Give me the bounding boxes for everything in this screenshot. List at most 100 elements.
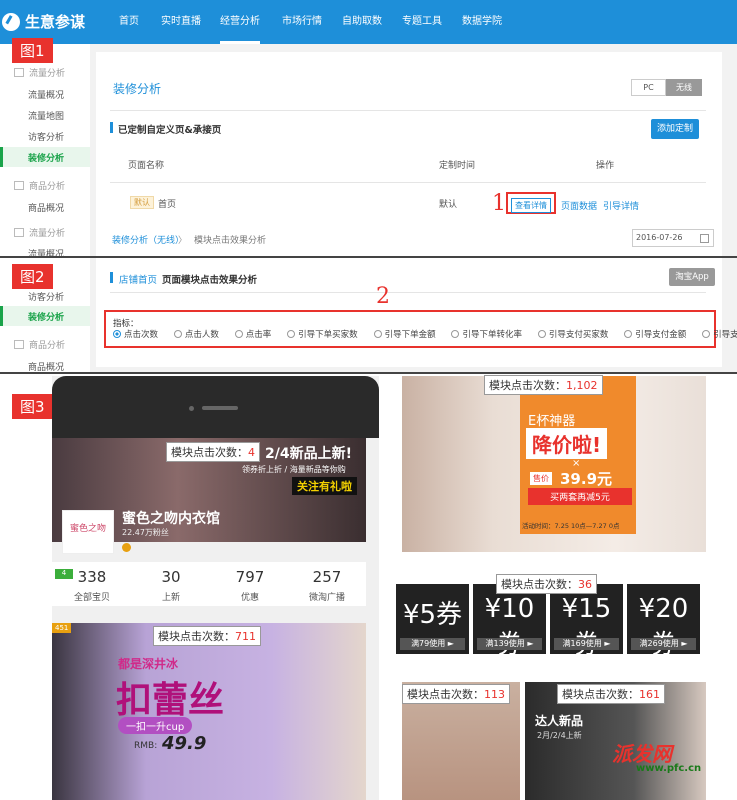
metric-label: 引导下单转化率 bbox=[462, 330, 522, 340]
metric-clicks[interactable]: 点击次数 bbox=[113, 328, 158, 340]
nav-self-data[interactable]: 自助取数 bbox=[342, 0, 382, 44]
section2-prefix[interactable]: 店铺首页 bbox=[119, 272, 157, 286]
figure-tag-3: 图3 bbox=[12, 394, 53, 419]
badge-label: 模块点击次数： bbox=[158, 630, 235, 643]
badge-label: 模块点击次数： bbox=[562, 688, 639, 701]
shop-name: 蜜色之吻内衣馆 bbox=[122, 511, 220, 527]
promo-line1: 都是深井冰 bbox=[118, 657, 179, 671]
wireless-toggle[interactable]: 无线 bbox=[666, 79, 702, 96]
banner-headline: 2/4新品上新! bbox=[265, 446, 352, 462]
nav-business-analysis[interactable]: 经营分析 bbox=[220, 0, 260, 44]
calendar-icon bbox=[700, 234, 709, 243]
chart-icon bbox=[14, 228, 24, 237]
badge-value: 4 bbox=[248, 446, 255, 459]
badge-label: 模块点击次数： bbox=[501, 578, 578, 591]
compass-icon bbox=[2, 12, 20, 31]
metric-label: 点击人数 bbox=[184, 330, 219, 340]
click-badge: 模块点击次数：36 bbox=[496, 574, 597, 594]
divider bbox=[110, 182, 706, 183]
metric-order-buyers[interactable]: 引导下单买家数 bbox=[287, 328, 358, 340]
box-icon bbox=[14, 340, 24, 349]
taobao-app-button[interactable]: 淘宝App bbox=[669, 268, 715, 286]
view-details-button[interactable]: 查看详情 bbox=[511, 198, 551, 213]
coupon-value: ¥20券 bbox=[638, 594, 689, 660]
nav-academy[interactable]: 数据学院 bbox=[462, 0, 502, 44]
sidebar-item-visitor-2[interactable]: 访客分析 bbox=[28, 290, 64, 303]
sidebar-item-decoration-2[interactable]: 装修分析 bbox=[0, 306, 90, 326]
stat-all-label: 全部宝贝 bbox=[73, 593, 110, 603]
sidebar-item-label: 装修分析 bbox=[28, 154, 65, 164]
coupon-20[interactable]: ¥20券满269使用 ► bbox=[627, 584, 700, 660]
coupon-10[interactable]: ¥10券满139使用 ► bbox=[473, 584, 546, 660]
figure-tag-2: 图2 bbox=[12, 264, 53, 289]
phone-frame-top bbox=[52, 376, 379, 438]
nav-market[interactable]: 市场行情 bbox=[282, 0, 322, 44]
shop-logo[interactable]: 蜜色之吻 bbox=[62, 510, 114, 554]
sidebar-item-traffic-map[interactable]: 流量地图 bbox=[28, 109, 64, 122]
radio-icon bbox=[537, 330, 546, 338]
ad-price: 39.9元 bbox=[560, 470, 613, 488]
metric-pay-amount[interactable]: 引导支付金额 bbox=[624, 328, 686, 340]
metric-visitors[interactable]: 点击人数 bbox=[173, 328, 219, 340]
metric-radio-group: 点击次数 点击人数 点击率 引导下单买家数 引导下单金额 引导下单转化率 引导支… bbox=[113, 328, 737, 341]
ecup-ad[interactable]: E杯神器 降价啦! × 售价 39.9元 买两套再减5元 活动时间：7.25 1… bbox=[402, 376, 706, 552]
annotation-number-1: 1 bbox=[492, 191, 506, 216]
sidebar: 流量分析 流量概况 流量地图 访客分析 装修分析 商品分析 商品概况 流量分析 … bbox=[0, 44, 90, 374]
click-badge: 模块点击次数：113 bbox=[402, 684, 510, 704]
stat-new-count[interactable]: 30 bbox=[136, 568, 206, 586]
sidebar-group-traffic-2[interactable]: 流量分析 bbox=[14, 226, 65, 239]
radio-icon bbox=[173, 330, 182, 338]
sidebar-group-product-2[interactable]: 商品分析 bbox=[14, 338, 65, 351]
radio-selected-icon bbox=[113, 330, 121, 338]
figure-divider bbox=[0, 256, 737, 258]
metric-order-rate[interactable]: 引导下单转化率 bbox=[451, 328, 522, 340]
pc-toggle[interactable]: PC bbox=[631, 79, 666, 96]
date-picker[interactable]: 2016-07-26 bbox=[632, 229, 714, 247]
coupon-value: ¥10券 bbox=[484, 594, 535, 660]
click-badge: 模块点击次数：4 bbox=[166, 442, 260, 462]
stat-all-count[interactable]: 338 bbox=[57, 568, 127, 586]
new-date: 2月/2/4上新 bbox=[537, 731, 582, 740]
metric-pay-rate[interactable]: 引导支付转化率 bbox=[702, 328, 737, 340]
banner-follow: 关注有礼啦 bbox=[292, 477, 357, 495]
brand-logo[interactable]: 生意参谋 bbox=[2, 11, 85, 32]
promo-tag: 451 bbox=[52, 623, 72, 633]
stat-offer-count[interactable]: 797 bbox=[215, 568, 285, 586]
stat-broadcast-count[interactable]: 257 bbox=[292, 568, 362, 586]
add-custom-button[interactable]: 添加定制 bbox=[651, 119, 699, 139]
coupon-15[interactable]: ¥15券满169使用 ► bbox=[550, 584, 623, 660]
col-page-name: 页面名称 bbox=[128, 161, 165, 171]
chart-icon bbox=[14, 68, 24, 77]
nav-live[interactable]: 实时直播 bbox=[161, 0, 201, 44]
click-badge: 模块点击次数：1,102 bbox=[484, 375, 603, 395]
breadcrumb-separator: 〉 bbox=[178, 236, 188, 246]
metric-pay-buyers[interactable]: 引导支付买家数 bbox=[537, 328, 608, 340]
sidebar-item-traffic-overview-2[interactable]: 流量概况 bbox=[28, 247, 64, 260]
promo-card[interactable]: 451 都是深井冰 扣蕾丝 一扣一升cup RMB: 49.9 bbox=[52, 623, 366, 800]
metric-ctr[interactable]: 点击率 bbox=[234, 328, 271, 340]
sidebar-group-label: 商品分析 bbox=[29, 182, 66, 192]
speaker-icon bbox=[202, 406, 238, 410]
box-icon bbox=[14, 181, 24, 190]
coupon-5[interactable]: ¥5券 满79使用 ► bbox=[396, 584, 469, 654]
coupon-value: ¥5券 bbox=[402, 600, 463, 630]
badge-value: 36 bbox=[578, 578, 592, 591]
sidebar-group-label: 商品分析 bbox=[29, 341, 66, 351]
sidebar-item-traffic-overview[interactable]: 流量概况 bbox=[28, 88, 64, 101]
default-tag: 默认 bbox=[130, 196, 154, 209]
sidebar-group-product[interactable]: 商品分析 bbox=[14, 179, 65, 192]
camera-icon bbox=[189, 406, 194, 411]
sidebar-item-product-overview[interactable]: 商品概况 bbox=[28, 201, 64, 214]
sidebar-item-visitor[interactable]: 访客分析 bbox=[28, 130, 64, 143]
breadcrumb-decoration[interactable]: 装修分析（无线） bbox=[112, 233, 184, 246]
ad-buy: 买两套再减5元 bbox=[528, 488, 632, 505]
nav-tools[interactable]: 专题工具 bbox=[402, 0, 442, 44]
sidebar-item-decoration[interactable]: 装修分析 bbox=[0, 147, 90, 167]
sidebar-group-traffic[interactable]: 流量分析 bbox=[14, 66, 65, 79]
guide-details-link[interactable]: 引导详情 bbox=[603, 199, 639, 212]
col-action: 操作 bbox=[596, 161, 615, 171]
radio-icon bbox=[287, 330, 296, 338]
metric-order-amount[interactable]: 引导下单金额 bbox=[373, 328, 436, 340]
nav-home[interactable]: 首页 bbox=[119, 0, 139, 44]
page-data-link[interactable]: 页面数据 bbox=[561, 199, 597, 212]
